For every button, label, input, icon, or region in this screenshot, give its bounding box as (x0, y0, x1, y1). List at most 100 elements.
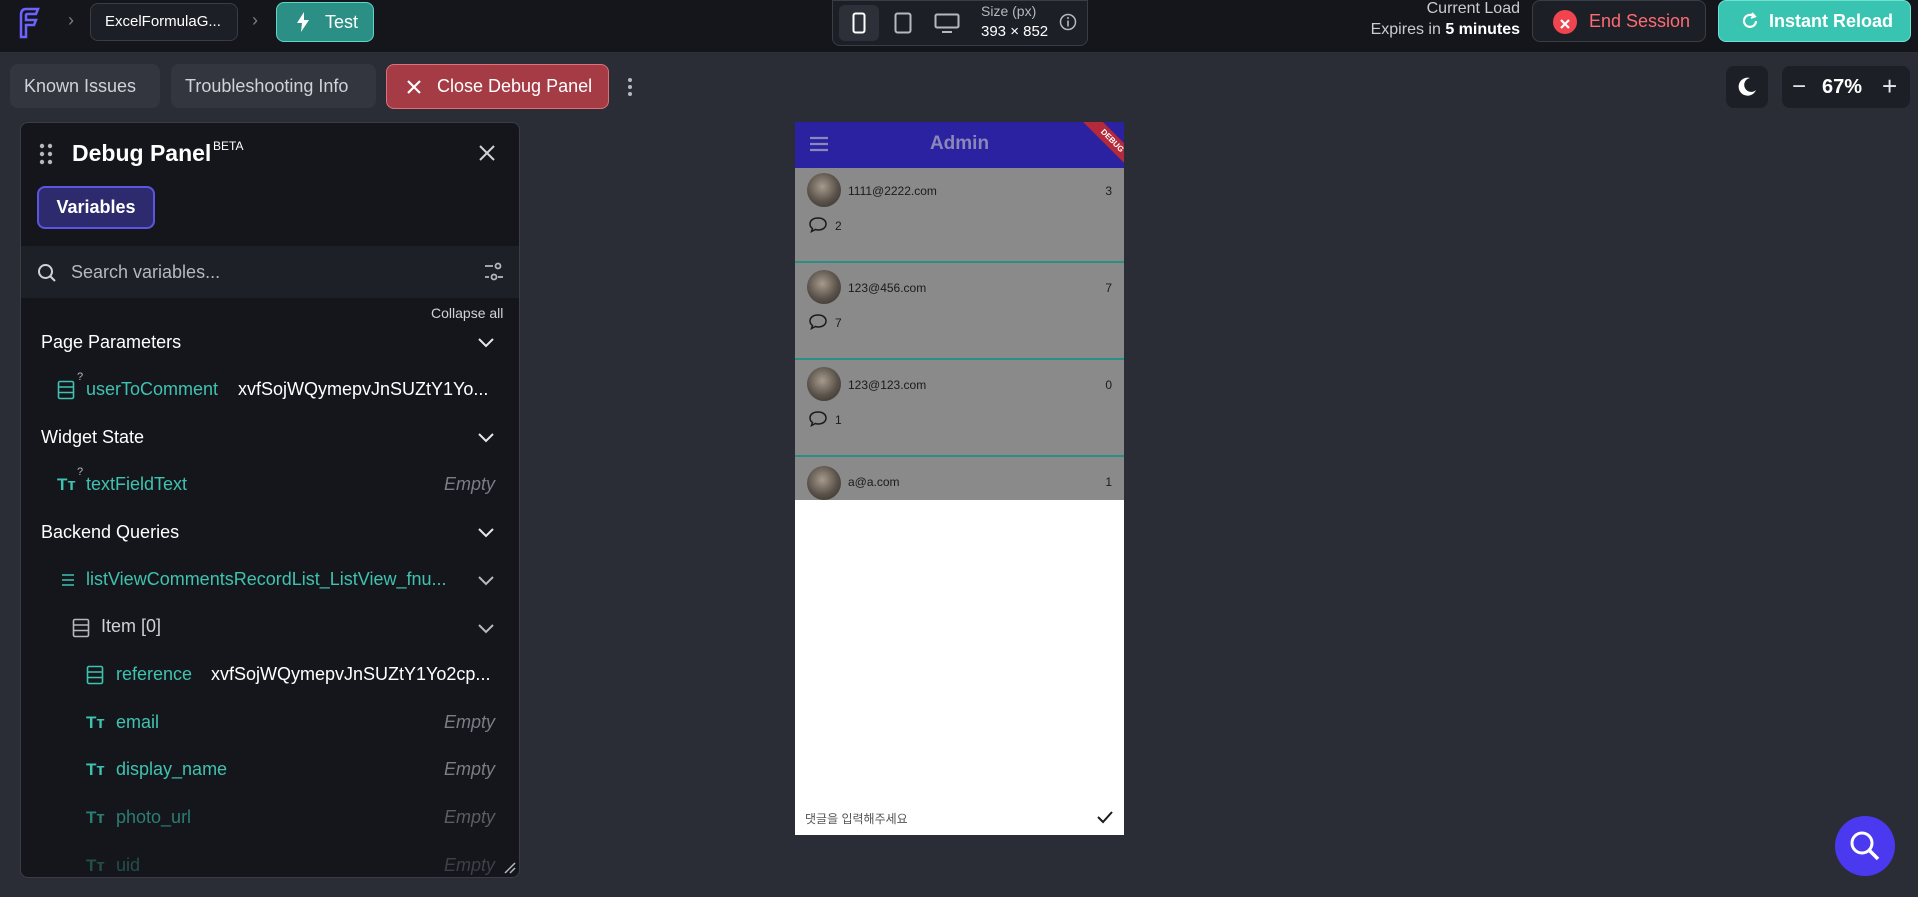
flutterflow-logo-icon[interactable] (16, 6, 50, 40)
text-type-icon: Tт (57, 475, 76, 494)
end-session-button[interactable]: End Session (1532, 0, 1706, 42)
chevron-down-icon[interactable] (477, 432, 495, 444)
debug-panel-title: Debug Panel (72, 140, 212, 166)
var-name-user-to-comment[interactable]: userToComment (86, 379, 218, 400)
avatar (807, 173, 841, 207)
troubleshooting-info-button[interactable]: Troubleshooting Info (171, 64, 376, 108)
var-name-uid[interactable]: uid (116, 855, 140, 876)
chevron-down-icon[interactable] (477, 337, 495, 349)
resize-handle-icon[interactable] (503, 861, 517, 875)
user-email: 1111@2222.com (848, 184, 937, 198)
search-bar (21, 246, 519, 298)
test-mode-button[interactable]: Test (276, 2, 374, 42)
document-icon (72, 618, 90, 638)
var-name-text-field-text[interactable]: textFieldText (86, 474, 187, 495)
comment-bubble-icon (809, 314, 827, 330)
item-0-row[interactable]: Item [0] (101, 616, 161, 637)
zoom-in-button[interactable]: + (1882, 71, 1897, 102)
chevron-down-icon[interactable] (477, 575, 495, 587)
var-value-uid: Empty (443, 855, 495, 875)
list-item[interactable]: a@a.com 1 (795, 459, 1124, 554)
optional-indicator: ? (77, 466, 84, 478)
app-title: Admin (929, 133, 990, 154)
comment-count: 2 (835, 219, 842, 233)
chevron-down-icon[interactable] (477, 527, 495, 539)
collapse-all-button[interactable]: Collapse all (431, 305, 503, 321)
tablet-device-icon[interactable] (883, 5, 923, 41)
device-selector: Size (px) 393 × 852 (832, 0, 1088, 46)
drag-handle-icon[interactable] (39, 143, 53, 165)
var-name-photo-url[interactable]: photo_url (116, 807, 191, 828)
expires-prefix: Expires in (1370, 21, 1441, 38)
list-item[interactable]: 123@456.com 7 7 (795, 265, 1124, 360)
document-reference-icon (86, 665, 104, 685)
info-icon[interactable] (1059, 13, 1077, 31)
chevron-down-icon[interactable] (477, 623, 495, 635)
item-count: 7 (1105, 281, 1112, 295)
close-debug-label: Close Debug Panel (437, 76, 593, 96)
var-name-reference[interactable]: reference (116, 664, 192, 685)
search-icon (38, 264, 56, 282)
search-icon (1850, 831, 1880, 861)
end-session-label: End Session (1589, 11, 1691, 31)
section-backend-queries[interactable]: Backend Queries (41, 522, 179, 543)
list-icon (62, 574, 74, 586)
search-help-button[interactable] (1835, 816, 1895, 876)
device-preview: Admin DEBUG 1111@2222.com 3 2 123@456.co… (795, 122, 1124, 835)
list-item[interactable]: 1111@2222.com 3 2 (795, 168, 1124, 263)
theme-toggle-button[interactable] (1726, 66, 1768, 108)
var-name-display-name[interactable]: display_name (116, 759, 227, 780)
project-name-button[interactable]: ExcelFormulaG... (90, 3, 238, 41)
comment-bubble-icon (809, 217, 827, 233)
refresh-icon (1742, 12, 1758, 28)
search-input[interactable] (71, 258, 451, 286)
avatar (807, 466, 841, 500)
var-value-photo-url: Empty (443, 807, 495, 827)
var-name-list-query[interactable]: listViewCommentsRecordList_ListView_fnu.… (86, 569, 447, 590)
section-widget-state[interactable]: Widget State (41, 427, 144, 448)
more-options-icon[interactable] (625, 76, 635, 98)
var-value-user-to-comment: xvfSojWQymepvJnSUZtY1Yo... (238, 379, 489, 399)
close-debug-panel-button[interactable]: Close Debug Panel (386, 64, 609, 109)
text-type-icon: Tт (86, 760, 105, 779)
var-name-email[interactable]: email (116, 712, 159, 733)
known-issues-button[interactable]: Known Issues (10, 64, 160, 108)
text-type-icon: Tт (86, 856, 105, 875)
debug-panel: Debug Panel BETA Variables Collapse all … (20, 122, 520, 878)
current-load-label: Current Load (1426, 0, 1520, 17)
optional-indicator: ? (77, 371, 84, 383)
close-icon[interactable] (477, 143, 497, 163)
comments-list: 1111@2222.com 3 2 123@456.com 7 7 123@12… (795, 168, 1124, 500)
size-value: 393 × 852 (981, 23, 1049, 40)
beta-badge: BETA (213, 139, 244, 153)
comment-count: 7 (835, 316, 842, 330)
comment-bubble-icon (809, 411, 827, 427)
comment-count: 1 (835, 413, 842, 427)
var-value-email: Empty (443, 712, 495, 732)
zoom-level: 67% (1822, 76, 1863, 98)
breadcrumb-chevron-icon: › (252, 10, 258, 30)
zoom-out-button[interactable]: − (1792, 73, 1806, 101)
instant-reload-label: Instant Reload (1769, 11, 1894, 31)
test-mode-label: Test (325, 12, 359, 32)
item-count: 0 (1105, 378, 1112, 392)
filter-icon[interactable] (483, 262, 505, 282)
avatar (807, 270, 841, 304)
comment-input[interactable]: 댓글을 입력해주세요 (805, 810, 908, 827)
avatar (807, 367, 841, 401)
check-icon[interactable] (1097, 810, 1113, 824)
text-type-icon: Tт (86, 713, 105, 732)
section-page-parameters[interactable]: Page Parameters (41, 332, 181, 353)
user-email: 123@123.com (848, 378, 927, 392)
moon-icon (1738, 77, 1756, 96)
breadcrumb-chevron-icon: › (68, 10, 74, 30)
desktop-device-icon[interactable] (927, 5, 967, 41)
document-reference-icon (57, 380, 75, 400)
user-email: a@a.com (848, 475, 900, 489)
var-value-text-field-text: Empty (443, 474, 495, 494)
instant-reload-button[interactable]: Instant Reload (1718, 0, 1911, 42)
tab-variables[interactable]: Variables (37, 186, 155, 229)
zoom-control: − 67% + (1782, 66, 1910, 108)
mobile-device-icon[interactable] (839, 5, 879, 41)
list-item[interactable]: 123@123.com 0 1 (795, 362, 1124, 457)
